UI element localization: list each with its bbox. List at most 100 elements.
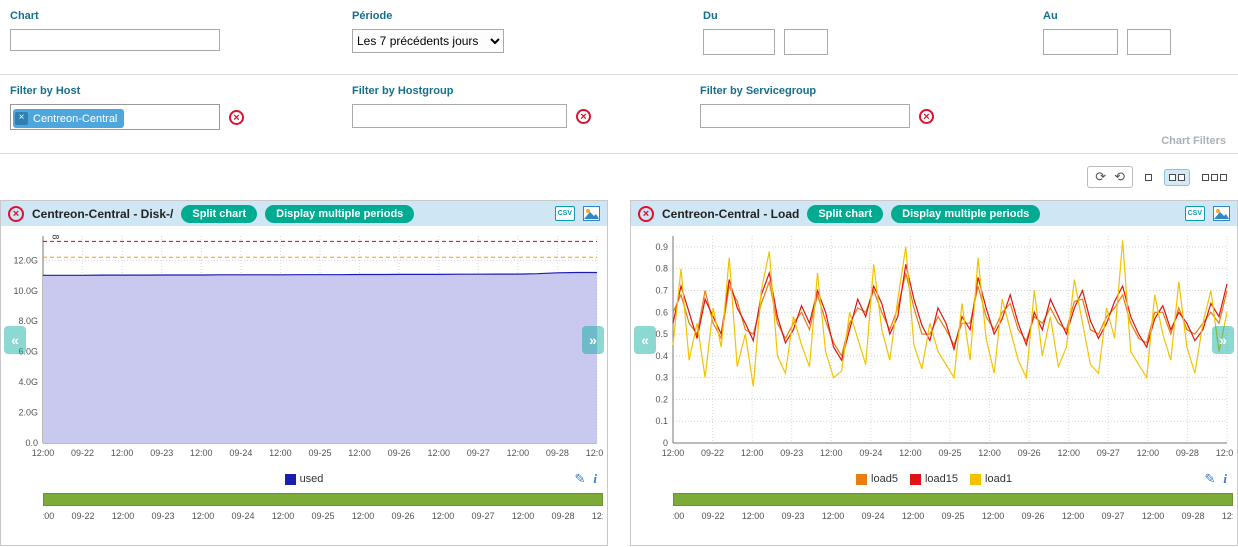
export-image-icon[interactable] [1213,206,1230,221]
legend-item-used[interactable]: used [285,473,324,485]
refresh-icon[interactable]: ⟳ [1095,169,1106,185]
display-multiple-periods-button[interactable]: Display multiple periods [891,205,1040,223]
svg-text:12:00: 12:00 [32,448,55,458]
svg-text:0.8: 0.8 [655,264,668,274]
split-chart-button[interactable]: Split chart [807,205,883,223]
svg-text:12:00: 12:00 [899,448,922,458]
panel-header: × Centreon-Central - Disk-/ Split chart … [1,201,607,226]
svg-text:12:00: 12:00 [190,448,213,458]
chip-remove-icon[interactable]: × [15,112,28,125]
legend-swatch [856,474,867,485]
timeline-selector-bar[interactable] [673,493,1233,506]
timeline-tick-label: 09-26 [391,511,414,521]
au-date-input[interactable] [1043,29,1118,55]
servicegroup-filter-input[interactable] [700,104,910,128]
hostgroup-filter-input[interactable] [352,104,567,128]
chart-canvas[interactable]: 0.02.0G4.0G6.0G8.0G10.0G12.0G12:0009-221… [1,226,603,463]
timeline-tick-label: 12:00 [192,511,215,521]
layout-two-column-button[interactable] [1164,169,1190,186]
square-icon [1211,174,1218,181]
layout-three-column-button[interactable] [1197,169,1232,186]
chart-plot-area[interactable]: 00.10.20.30.40.50.60.70.80.912:0009-2212… [631,226,1237,468]
charts-toolbar: ⟳ ⟲ [0,154,1238,200]
svg-text:0.6: 0.6 [655,307,668,317]
periode-label: Période [352,10,504,22]
du-label: Du [703,10,833,22]
clear-hostgroup-filter-icon[interactable]: × [576,109,591,124]
info-icon[interactable]: i [593,471,597,487]
svg-text:09-26: 09-26 [1018,448,1041,458]
timeline-tick-label: 12:00 [512,511,535,521]
scroll-left-button[interactable]: « [4,326,26,354]
export-csv-icon[interactable]: CSV [1185,206,1205,221]
svg-text:09-24: 09-24 [229,448,252,458]
timeline-tick-label: 09-28 [551,511,574,521]
au-time-input[interactable] [1127,29,1171,55]
edit-chart-icon[interactable]: ✎ [574,471,585,487]
svg-text:12:00: 12:00 [586,448,603,458]
du-time-input[interactable] [784,29,828,55]
timeline-tick-label: 12:00 [592,511,603,521]
export-image-icon[interactable] [583,206,600,221]
legend-label: used [300,473,324,485]
svg-text:09-25: 09-25 [938,448,961,458]
timeline-brush: 12:0009-2212:0009-2312:0009-2412:0009-25… [673,493,1233,525]
svg-text:12:00: 12:00 [348,448,371,458]
timeline-selector-bar[interactable] [43,493,603,506]
chart-plot-area[interactable]: 0.02.0G4.0G6.0G8.0G10.0G12.0G12:0009-221… [1,226,607,468]
clear-servicegroup-filter-icon[interactable]: × [919,109,934,124]
legend-item-load1[interactable]: load1 [970,473,1012,485]
edit-chart-icon[interactable]: ✎ [1204,471,1215,487]
legend-swatch [970,474,981,485]
svg-text:10.0G: 10.0G [13,286,38,296]
auto-refresh-icon[interactable]: ⟲ [1114,169,1125,185]
close-panel-icon[interactable]: × [8,206,24,222]
square-icon [1169,174,1176,181]
svg-text:0.5: 0.5 [655,329,668,339]
svg-text:0.4: 0.4 [655,351,668,361]
du-date-input[interactable] [703,29,775,55]
svg-text:09-28: 09-28 [546,448,569,458]
svg-text:0: 0 [663,438,668,448]
timeline-tick-label: 12:00 [742,511,765,521]
host-filter-input[interactable]: × Centreon-Central [10,104,220,130]
scroll-right-button[interactable]: » [582,326,604,354]
timeline-tick-label: 09-23 [781,511,804,521]
hostgroup-filter-label: Filter by Hostgroup [352,85,591,97]
svg-text:12:00: 12:00 [1057,448,1080,458]
svg-text:09-24: 09-24 [859,448,882,458]
chart-canvas[interactable]: 00.10.20.30.40.50.60.70.80.912:0009-2212… [631,226,1233,463]
timeline-tick-label: 09-23 [151,511,174,521]
periode-select[interactable]: Les 7 précédents jours [352,29,504,53]
svg-text:2.0G: 2.0G [18,408,38,418]
scroll-left-button[interactable]: « [634,326,656,354]
legend-swatch [285,474,296,485]
legend-item-load15[interactable]: load15 [910,473,958,485]
info-icon[interactable]: i [1223,471,1227,487]
layout-single-column-button[interactable] [1140,169,1157,186]
filters-section: Chart Période Les 7 précédents jours Du … [0,0,1238,154]
host-chip: × Centreon-Central [13,109,124,128]
legend-item-load5[interactable]: load5 [856,473,898,485]
clear-host-filter-icon[interactable]: × [229,110,244,125]
legend-row: load5 load15 load1 ✎ i [631,468,1237,490]
svg-text:09-26: 09-26 [388,448,411,458]
split-chart-button[interactable]: Split chart [181,205,257,223]
square-icon [1178,174,1185,181]
timeline-tick-label: 12:00 [902,511,925,521]
legend-swatch [910,474,921,485]
panel-title: Centreon-Central - Load [662,207,799,221]
timeline-tick-label: 12:00 [43,511,54,521]
chart-filter-input[interactable] [10,29,220,51]
export-csv-icon[interactable]: CSV [555,206,575,221]
timeline-tick-label: 12:00 [1222,511,1233,521]
scroll-right-button[interactable]: » [1212,326,1234,354]
chart-panel-load: × Centreon-Central - Load Split chart Di… [630,200,1238,546]
display-multiple-periods-button[interactable]: Display multiple periods [265,205,414,223]
timeline-tick-label: 12:00 [352,511,375,521]
close-panel-icon[interactable]: × [638,206,654,222]
timeline-tick-label: 09-22 [71,511,94,521]
svg-text:09-23: 09-23 [780,448,803,458]
svg-text:12:00: 12:00 [427,448,450,458]
refresh-group: ⟳ ⟲ [1087,166,1133,188]
